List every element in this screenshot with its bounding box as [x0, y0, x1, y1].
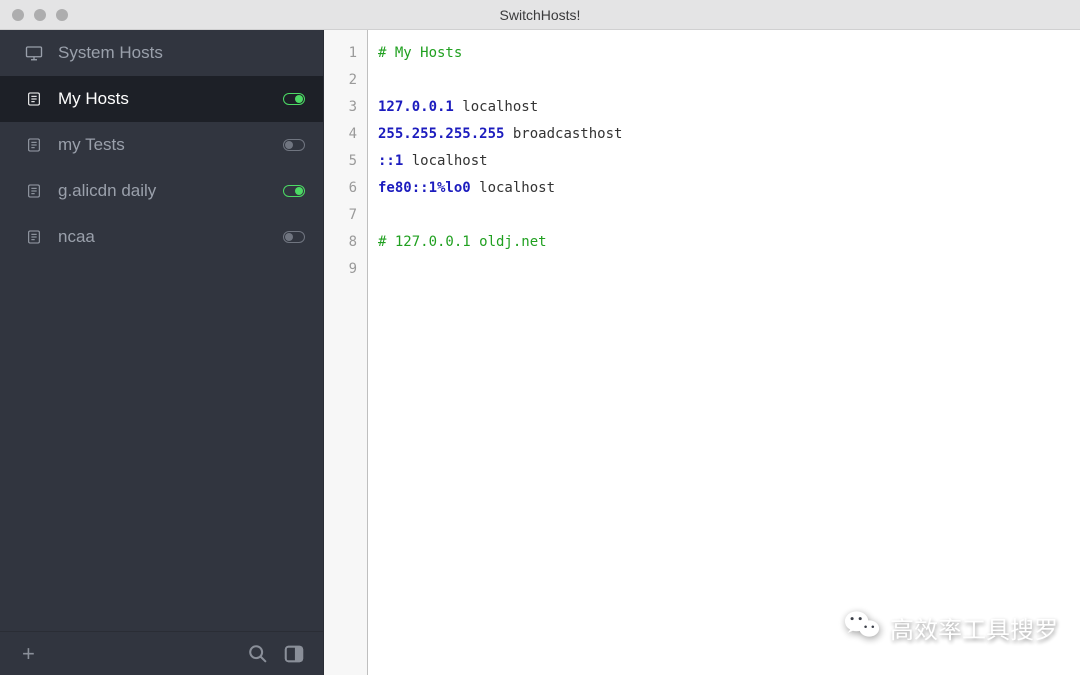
sidebar-bottom: +	[0, 631, 323, 675]
sidebar: System Hosts My Hosts my Tests g.alicdn dai…	[0, 30, 324, 675]
line-number: 9	[324, 256, 367, 283]
code-line[interactable]: # 127.0.0.1 oldj.net	[378, 229, 1070, 256]
window-title: SwitchHosts!	[0, 7, 1080, 23]
line-number: 1	[324, 40, 367, 67]
line-number: 6	[324, 175, 367, 202]
toggle[interactable]	[283, 185, 305, 197]
sidebar-item-label: System Hosts	[58, 43, 305, 63]
sidebar-item-system[interactable]: System Hosts	[0, 30, 323, 76]
main-area: System Hosts My Hosts my Tests g.alicdn dai…	[0, 30, 1080, 675]
file-icon	[24, 229, 44, 245]
line-number: 7	[324, 202, 367, 229]
file-icon	[24, 137, 44, 153]
code-line[interactable]: fe80::1%lo0 localhost	[378, 175, 1070, 202]
panel-toggle-icon[interactable]	[283, 643, 305, 665]
sidebar-item-ncaa[interactable]: ncaa	[0, 214, 323, 260]
line-number: 5	[324, 148, 367, 175]
sidebar-item-myhosts[interactable]: My Hosts	[0, 76, 323, 122]
code-line[interactable]: ::1 localhost	[378, 148, 1070, 175]
toggle[interactable]	[283, 139, 305, 151]
code-line[interactable]	[378, 202, 1070, 229]
code-line[interactable]	[378, 67, 1070, 94]
editor-gutter: 123456789	[324, 30, 368, 675]
code-line[interactable]: 127.0.0.1 localhost	[378, 94, 1070, 121]
monitor-icon	[24, 44, 44, 62]
sidebar-item-mytests[interactable]: my Tests	[0, 122, 323, 168]
code-line[interactable]: 255.255.255.255 broadcasthost	[378, 121, 1070, 148]
editor-content[interactable]: # My Hosts 127.0.0.1 localhost255.255.25…	[368, 30, 1080, 675]
file-icon	[24, 91, 44, 107]
sidebar-item-label: My Hosts	[58, 89, 283, 109]
line-number: 2	[324, 67, 367, 94]
line-number: 8	[324, 229, 367, 256]
code-line[interactable]	[378, 256, 1070, 283]
toggle[interactable]	[283, 93, 305, 105]
search-icon[interactable]	[247, 643, 269, 665]
sidebar-item-label: my Tests	[58, 135, 283, 155]
editor[interactable]: 123456789 # My Hosts 127.0.0.1 localhost…	[324, 30, 1080, 675]
line-number: 3	[324, 94, 367, 121]
add-button[interactable]: +	[22, 643, 35, 665]
sidebar-item-label: g.alicdn daily	[58, 181, 283, 201]
sidebar-list: System Hosts My Hosts my Tests g.alicdn dai…	[0, 30, 323, 631]
window-titlebar: SwitchHosts!	[0, 0, 1080, 30]
file-icon	[24, 183, 44, 199]
code-line[interactable]: # My Hosts	[378, 40, 1070, 67]
sidebar-item-alicdn[interactable]: g.alicdn daily	[0, 168, 323, 214]
sidebar-item-label: ncaa	[58, 227, 283, 247]
toggle[interactable]	[283, 231, 305, 243]
line-number: 4	[324, 121, 367, 148]
